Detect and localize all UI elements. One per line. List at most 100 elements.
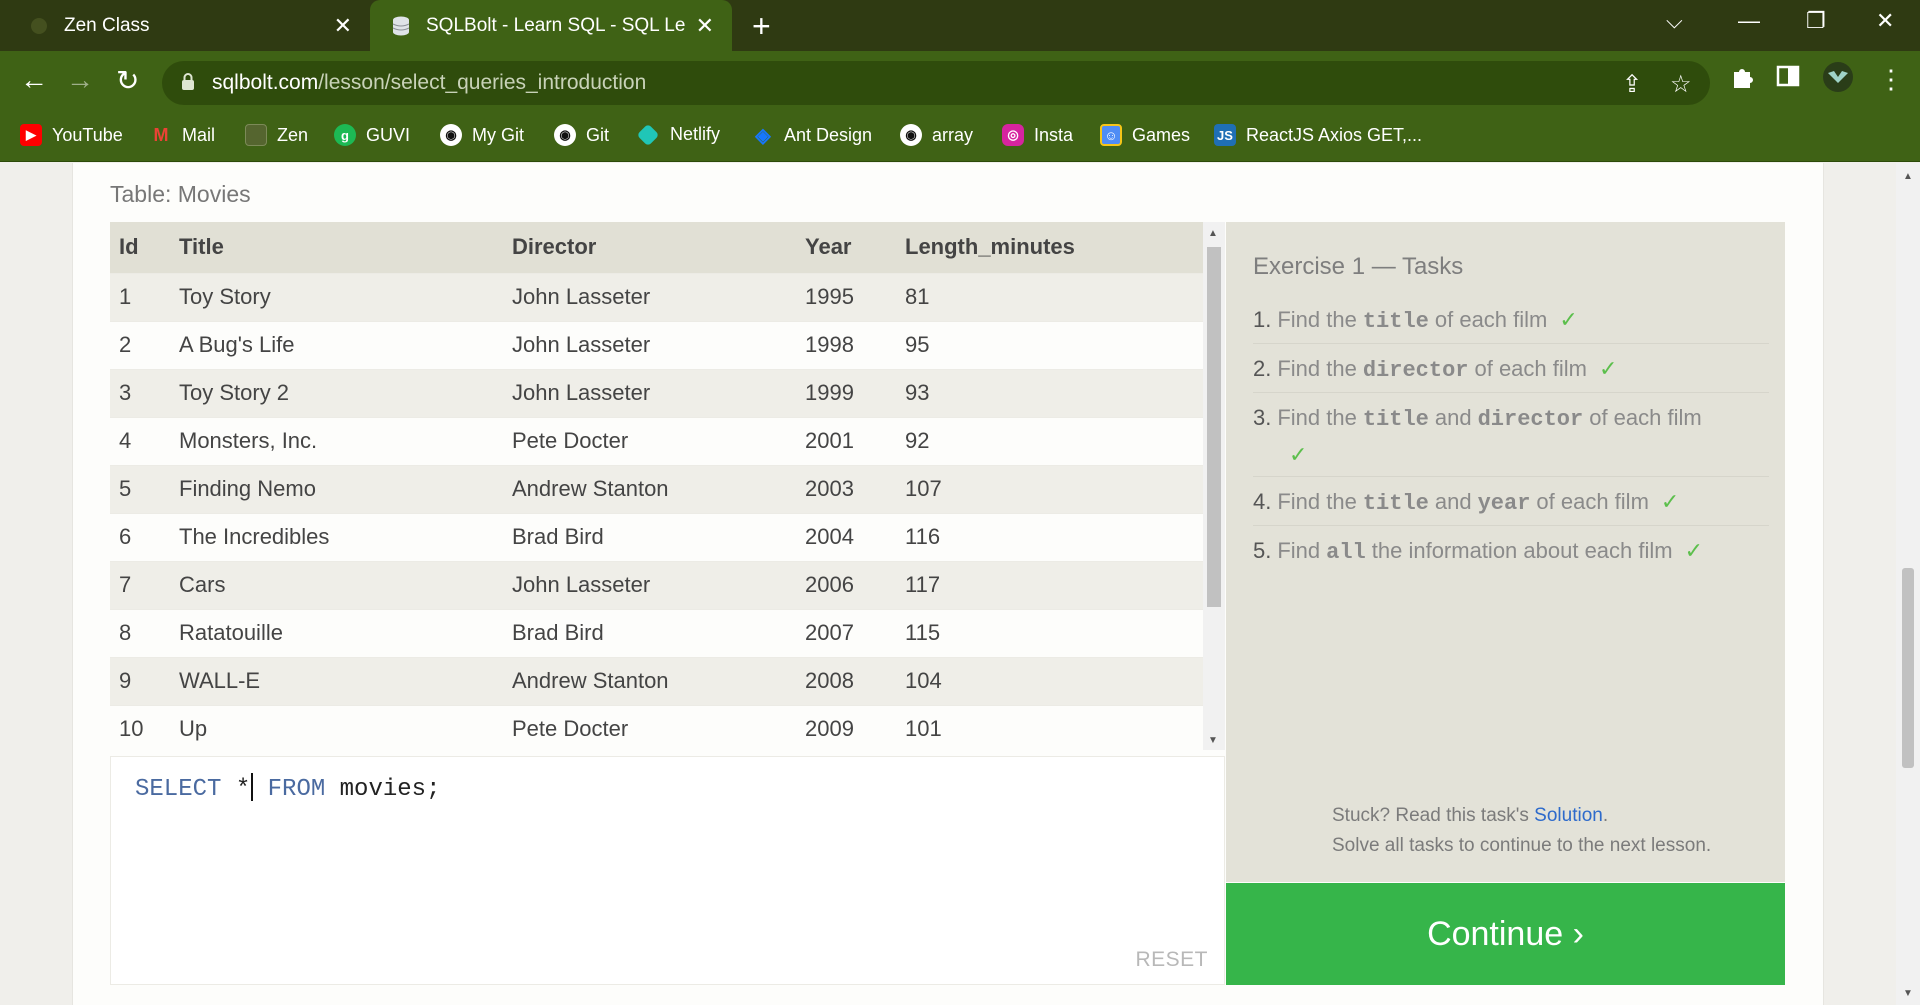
- bookmark-youtube[interactable]: ▶ YouTube: [20, 124, 123, 146]
- bookmark-netlify[interactable]: Netlify: [636, 123, 720, 146]
- bookmark-guvi[interactable]: g GUVI: [334, 124, 410, 146]
- table-row: 7 Cars John Lasseter 2006 117: [110, 560, 1203, 609]
- tab-search-chevron-icon[interactable]: ⌵: [1666, 8, 1683, 34]
- table-row: 3 Toy Story 2 John Lasseter 1999 93: [110, 368, 1203, 417]
- address-bar[interactable]: sqlbolt.com/lesson/select_queries_introd…: [162, 61, 1710, 105]
- cell-title: Cars: [170, 560, 503, 609]
- gmail-icon: M: [153, 124, 169, 145]
- cell-title: A Bug's Life: [170, 320, 503, 369]
- cell-length: 116: [896, 512, 1203, 561]
- cell-title: WALL-E: [170, 656, 503, 705]
- bookmark-array[interactable]: ◉ array: [900, 124, 973, 146]
- bookmarks-bar: ▶ YouTube M Mail Zen g GUVI ◉ My Git ◉ Git Ne…: [0, 114, 1920, 162]
- bookmark-ant-design[interactable]: ◈ Ant Design: [752, 124, 872, 147]
- scroll-up-arrow-icon[interactable]: ▲: [1208, 228, 1218, 239]
- continue-button[interactable]: Continue ›: [1226, 883, 1785, 985]
- games-icon: ☺: [1100, 124, 1122, 146]
- lesson-card: Table: Movies Id Title Director Year Len…: [72, 163, 1824, 1005]
- scroll-up-arrow-icon[interactable]: ▲: [1903, 171, 1913, 182]
- bookmark-reactjs-axios[interactable]: JS ReactJS Axios GET,...: [1214, 124, 1422, 146]
- cell-year: 2007: [796, 608, 896, 657]
- task-item: 1. Find the title of each film ✓: [1253, 302, 1769, 344]
- netlify-icon: [636, 123, 660, 146]
- cell-director: Brad Bird: [503, 608, 796, 657]
- sql-query-editor[interactable]: SELECT * FROM movies; RESET: [110, 756, 1225, 985]
- cell-year: 2006: [796, 560, 896, 609]
- cell-director: Andrew Stanton: [503, 464, 796, 513]
- table-row: 2A Bug's Life John Lasseter 1998 95: [110, 320, 1203, 369]
- restore-icon[interactable]: ❐: [1806, 8, 1826, 34]
- cell-id: 7: [110, 560, 170, 609]
- tab-sqlbolt[interactable]: SQLBolt - Learn SQL - SQL Lesson ✕: [370, 0, 732, 51]
- page-scrollbar[interactable]: ▲ ▼: [1896, 163, 1920, 1005]
- bookmark-games[interactable]: ☺ Games: [1100, 124, 1190, 146]
- back-arrow-icon[interactable]: ←: [20, 64, 48, 96]
- tab-strip: Zen Class ✕ SQLBolt - Learn SQL - SQL Le…: [0, 0, 1920, 51]
- cell-director: John Lasseter: [503, 560, 796, 609]
- bookmark-star-icon[interactable]: ☆: [1670, 70, 1692, 99]
- minimize-icon[interactable]: —: [1738, 8, 1760, 34]
- cell-director: Brad Bird: [503, 512, 796, 561]
- scroll-down-arrow-icon[interactable]: ▼: [1903, 988, 1913, 999]
- page-scrollbar-thumb[interactable]: [1902, 568, 1914, 768]
- table-row: 1 Toy Story John Lasseter 1995 81: [110, 272, 1203, 321]
- check-icon: ✓: [1684, 538, 1704, 563]
- cell-id: 8: [110, 608, 170, 657]
- profile-avatar[interactable]: [1822, 61, 1854, 100]
- share-icon[interactable]: ⇪: [1622, 70, 1642, 99]
- cell-director: John Lasseter: [503, 368, 796, 417]
- cell-id: 1: [110, 272, 170, 321]
- cell-id: 6: [110, 512, 170, 561]
- bookmark-mail[interactable]: M Mail: [150, 124, 216, 146]
- extensions-puzzle-icon[interactable]: [1730, 64, 1756, 97]
- page-viewport: Table: Movies Id Title Director Year Len…: [0, 163, 1896, 1005]
- sql-query-text[interactable]: SELECT * FROM movies;: [135, 773, 440, 803]
- task-item: 2. Find the director of each film ✓: [1253, 351, 1769, 393]
- side-panel-icon[interactable]: [1776, 64, 1800, 95]
- table-scrollbar[interactable]: ▲ ▼: [1203, 222, 1225, 750]
- movies-table-container: Id Title Director Year Length_minutes 1T…: [110, 222, 1225, 750]
- tab-zen-class[interactable]: Zen Class ✕: [0, 0, 370, 51]
- bookmark-my-git[interactable]: ◉ My Git: [440, 124, 524, 146]
- column-header-length-minutes: Length_minutes: [896, 222, 1203, 273]
- tab-title: SQLBolt - Learn SQL - SQL Lesson: [426, 14, 686, 36]
- bookmark-git[interactable]: ◉ Git: [554, 124, 609, 146]
- cell-length: 81: [896, 272, 1203, 321]
- bookmark-insta[interactable]: ◎ Insta: [1002, 124, 1073, 146]
- table-scrollbar-thumb[interactable]: [1207, 247, 1221, 607]
- task-item: 3. Find the title and director of each film ✓: [1253, 400, 1769, 477]
- cell-year: 1999: [796, 368, 896, 417]
- instagram-icon: ◎: [1002, 124, 1024, 146]
- cell-length: 92: [896, 416, 1203, 465]
- url-text: sqlbolt.com/lesson/select_queries_introd…: [212, 71, 647, 94]
- cell-year: 1998: [796, 320, 896, 369]
- column-header-title: Title: [170, 222, 503, 273]
- close-tab-icon[interactable]: ✕: [334, 13, 352, 39]
- table-row: 5 Finding Nemo Andrew Stanton 2003 107: [110, 464, 1203, 513]
- cell-length: 117: [896, 560, 1203, 609]
- cell-director: Pete Docter: [503, 704, 796, 750]
- guvi-icon: g: [334, 124, 356, 146]
- menu-dots-icon[interactable]: ⋮: [1878, 64, 1904, 95]
- close-tab-icon[interactable]: ✕: [696, 13, 714, 39]
- forward-arrow-icon[interactable]: →: [66, 64, 94, 96]
- task-item: 5. Find all the information about each film…: [1253, 538, 1704, 565]
- zen-icon: [245, 124, 267, 146]
- new-tab-icon[interactable]: +: [752, 8, 771, 45]
- solution-link[interactable]: Solution: [1534, 805, 1603, 826]
- cell-director: John Lasseter: [503, 272, 796, 321]
- cell-title: Monsters, Inc.: [170, 416, 503, 465]
- scroll-down-arrow-icon[interactable]: ▼: [1208, 735, 1218, 746]
- hint-text: Stuck? Read this task's Solution. Solve …: [1332, 805, 1712, 856]
- close-window-icon[interactable]: ✕: [1876, 8, 1894, 34]
- cell-year: 2004: [796, 512, 896, 561]
- cell-id: 2: [110, 320, 170, 369]
- github-icon: ◉: [440, 124, 462, 146]
- reset-button[interactable]: RESET: [1135, 948, 1208, 972]
- bookmark-zen[interactable]: Zen: [245, 124, 308, 146]
- cell-year: 2008: [796, 656, 896, 705]
- cell-director: Pete Docter: [503, 416, 796, 465]
- cell-title: The Incredibles: [170, 512, 503, 561]
- cell-id: 4: [110, 416, 170, 465]
- reload-icon[interactable]: ↻: [116, 64, 139, 97]
